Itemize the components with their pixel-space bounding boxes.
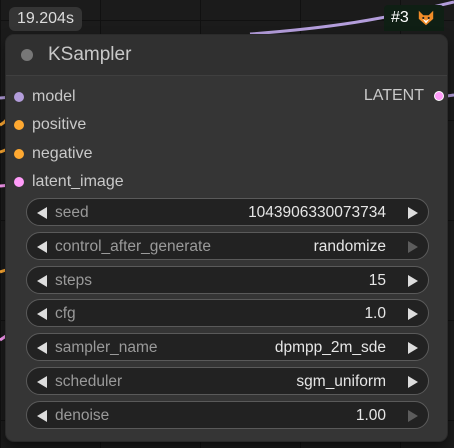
decrement-arrow-icon[interactable] xyxy=(37,207,47,219)
widget-sampler-name[interactable]: sampler_name dpmpp_2m_sde xyxy=(26,333,429,361)
increment-arrow-icon[interactable] xyxy=(408,275,418,287)
increment-arrow-icon[interactable] xyxy=(408,207,418,219)
increment-arrow-icon[interactable] xyxy=(408,342,418,354)
decrement-arrow-icon[interactable] xyxy=(37,275,47,287)
decrement-arrow-icon[interactable] xyxy=(37,376,47,388)
node-header[interactable]: KSampler xyxy=(6,35,447,76)
widget-label-cfg: cfg xyxy=(55,305,76,322)
widget-label-control-after-generate: control_after_generate xyxy=(55,238,211,255)
input-slot-negative[interactable]: negative xyxy=(14,144,93,164)
increment-arrow-icon[interactable] xyxy=(408,308,418,320)
node-title: KSampler xyxy=(48,44,132,65)
widget-value-scheduler[interactable]: sgm_uniform xyxy=(296,373,386,391)
widget-steps[interactable]: steps 15 xyxy=(26,266,429,294)
increment-arrow-icon[interactable] xyxy=(408,376,418,388)
widget-value-control-after-generate[interactable]: randomize xyxy=(314,238,386,256)
slot-label-latent-output: LATENT xyxy=(363,87,424,104)
slot-dot-latent-image[interactable] xyxy=(14,177,24,187)
fox-icon xyxy=(418,10,433,26)
widget-value-sampler-name[interactable]: dpmpp_2m_sde xyxy=(275,339,386,357)
input-slot-positive[interactable]: positive xyxy=(14,115,86,135)
widget-label-seed: seed xyxy=(55,204,89,221)
input-slot-model[interactable]: model xyxy=(14,87,76,107)
widget-label-sampler-name: sampler_name xyxy=(55,339,158,356)
slot-dot-negative[interactable] xyxy=(14,149,24,159)
node-id-badge: #3 xyxy=(384,5,444,31)
widget-value-denoise[interactable]: 1.00 xyxy=(356,407,386,425)
slot-label-model: model xyxy=(32,88,76,105)
widget-label-steps: steps xyxy=(55,272,93,289)
decrement-arrow-icon[interactable] xyxy=(37,410,47,422)
slot-dot-positive[interactable] xyxy=(14,120,24,130)
slot-label-negative: negative xyxy=(32,145,93,162)
widget-value-seed[interactable]: 1043906330073734 xyxy=(248,204,386,222)
widget-value-cfg[interactable]: 1.0 xyxy=(364,305,386,323)
slot-dot-model[interactable] xyxy=(14,92,24,102)
widget-denoise[interactable]: denoise 1.00 xyxy=(26,401,429,429)
widget-control-after-generate[interactable]: control_after_generate randomize xyxy=(26,232,429,260)
widget-value-steps[interactable]: 15 xyxy=(369,272,386,290)
increment-arrow-icon[interactable] xyxy=(408,241,418,253)
widget-label-scheduler: scheduler xyxy=(55,373,123,390)
slot-label-positive: positive xyxy=(32,116,87,133)
widget-seed[interactable]: seed 1043906330073734 xyxy=(26,198,429,226)
decrement-arrow-icon[interactable] xyxy=(37,241,47,253)
slot-dot-latent-output[interactable] xyxy=(434,91,444,101)
collapse-toggle-dot[interactable] xyxy=(21,49,33,61)
node-graph-canvas[interactable]: 19.204s #3 KSampler model positive negat… xyxy=(0,0,454,448)
increment-arrow-icon[interactable] xyxy=(408,410,418,422)
ksampler-node[interactable]: KSampler model positive negative latent_… xyxy=(6,35,447,441)
slot-label-latent-image: latent_image xyxy=(32,173,124,190)
widget-scheduler[interactable]: scheduler sgm_uniform xyxy=(26,367,429,395)
widget-label-denoise: denoise xyxy=(55,407,110,424)
decrement-arrow-icon[interactable] xyxy=(37,308,47,320)
widget-cfg[interactable]: cfg 1.0 xyxy=(26,299,429,327)
input-slot-latent-image[interactable]: latent_image xyxy=(14,172,124,192)
decrement-arrow-icon[interactable] xyxy=(37,342,47,354)
node-id-label: #3 xyxy=(391,9,409,26)
output-slot-latent[interactable]: LATENT xyxy=(364,87,444,105)
execution-time-badge: 19.204s xyxy=(9,7,82,31)
